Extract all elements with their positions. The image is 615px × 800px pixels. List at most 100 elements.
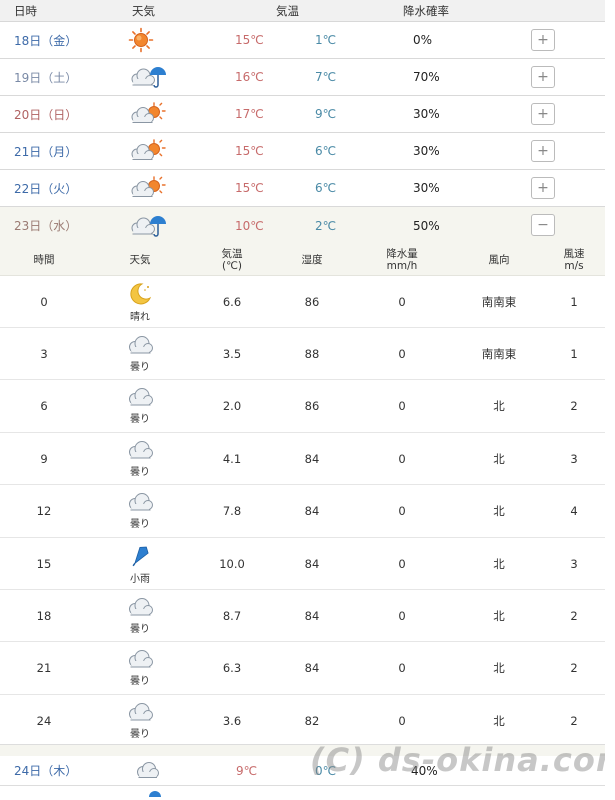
day-min-temp: 9℃: [315, 107, 337, 121]
expand-button[interactable]: +: [531, 140, 555, 162]
cloud-umbrella-icon: [128, 59, 168, 95]
day-row[interactable]: 21日（月） 15℃ 6℃ 30% +: [0, 133, 605, 170]
hourly-wind-speed: 3: [570, 556, 578, 571]
hourly-hour: 6: [40, 399, 48, 414]
hourly-weather: 小雨: [115, 538, 165, 589]
cloud-icon: [126, 597, 154, 619]
day-pop: 0%: [413, 33, 433, 47]
hourly-weather: 曇り: [115, 433, 165, 484]
hourly-row: 18 曇り 8.7 84 0 北 2: [0, 590, 605, 643]
sun-icon: [128, 22, 154, 58]
hourly-humidity: 88: [304, 346, 320, 361]
day-pop: 70%: [413, 70, 440, 84]
hourly-weather-label: 曇り: [130, 676, 150, 688]
day-max-temp: 15℃: [235, 144, 264, 158]
day-row[interactable]: 22日（火） 15℃ 6℃ 30% +: [0, 170, 605, 207]
header-pop: 降水確率: [403, 3, 449, 18]
hourly-wind-speed: 2: [570, 608, 578, 623]
hourly-rain: 0: [398, 451, 406, 466]
hourly-weather-label: 曇り: [130, 466, 150, 478]
expand-button[interactable]: +: [531, 177, 555, 199]
hourly-rain: 0: [398, 504, 406, 519]
day-min-temp: 6℃: [315, 144, 337, 158]
hourly-wind-dir: 北: [493, 713, 505, 728]
expand-button[interactable]: +: [531, 29, 555, 51]
expand-button[interactable]: +: [531, 103, 555, 125]
collapse-button[interactable]: −: [531, 214, 555, 236]
scrollbar-track[interactable]: [605, 0, 615, 800]
hourly-weather: 曇り: [115, 695, 165, 746]
hourly-rain: 0: [398, 294, 406, 309]
hourly-humidity: 84: [304, 504, 320, 519]
day-date: 23日（水）: [14, 219, 78, 233]
hourly-wind-dir: 北: [493, 399, 505, 414]
hourly-weather: 曇り: [115, 486, 165, 537]
cloud-icon: [126, 440, 154, 462]
hourly-row: 9 曇り 4.1 84 0 北 3: [0, 433, 605, 486]
day-row[interactable]: 23日（水） 10℃ 2℃ 50% −: [0, 207, 605, 244]
hourly-row: 15 小雨 10.0 84 0 北 3: [0, 538, 605, 590]
hourly-rain: 0: [398, 399, 406, 414]
day-row-24[interactable]: 24日（木） 9℃ 0℃ 40%: [0, 756, 605, 786]
hourly-row: 24 曇り 3.6 82 0 北 2: [0, 695, 605, 748]
day-pop: 30%: [413, 144, 440, 158]
day-pop: 40%: [411, 763, 438, 778]
hourly-temp: 6.3: [222, 661, 242, 676]
hourly-row: 21 曇り 6.3 84 0 北 2: [0, 642, 605, 695]
hourly-weather-label: 曇り: [130, 361, 150, 373]
cloud-icon: [126, 702, 154, 724]
hourly-weather: 曇り: [115, 328, 165, 379]
hourly-row: 3 曇り 3.5 88 0 南南東 1: [0, 328, 605, 381]
day-min-temp: 7℃: [315, 70, 337, 84]
day-max-temp: 16℃: [235, 70, 264, 84]
cloud-sun-icon: [128, 170, 166, 206]
day-min-temp: 0℃: [315, 763, 337, 778]
expand-button[interactable]: +: [531, 66, 555, 88]
hourly-humidity: 84: [304, 556, 320, 571]
hourly-hour: 12: [36, 504, 52, 519]
umbrella-icon: [129, 543, 151, 569]
day-pop: 30%: [413, 107, 440, 121]
hourly-weather: 曇り: [115, 590, 165, 641]
hourly-row: 12 曇り 7.8 84 0 北 4: [0, 485, 605, 538]
hourly-rain: 0: [398, 556, 406, 571]
day-max-temp: 17℃: [235, 107, 264, 121]
hourly-weather-label: 晴れ: [130, 311, 150, 323]
table-header: 日時 天気 気温 降水確率: [0, 0, 605, 22]
hourly-row: 6 曇り 2.0 86 0 北 2: [0, 380, 605, 433]
hourly-weather: 晴れ: [115, 276, 165, 327]
hourly-rain: 0: [398, 661, 406, 676]
day-row[interactable]: 18日（金） 15℃ 1℃ 0% +: [0, 22, 605, 59]
hourly-rain: 0: [398, 346, 406, 361]
day-date: 24日（木）: [14, 764, 78, 778]
hourly-weather: 曇り: [115, 643, 165, 694]
hourly-humidity: 84: [304, 451, 320, 466]
hourly-header-humidity: 湿度: [301, 253, 323, 266]
hourly-wind-speed: 4: [570, 504, 578, 519]
day-row[interactable]: 19日（土） 16℃ 7℃ 70% +: [0, 59, 605, 96]
hourly-wind-speed: 2: [570, 661, 578, 676]
hourly-hour: 3: [40, 346, 48, 361]
hourly-wind-dir: 南南東: [481, 294, 517, 309]
cloud-umbrella-icon: [133, 785, 161, 798]
hourly-header-wind-dir: 風向: [488, 253, 510, 266]
hourly-header-weather: 天気: [129, 253, 151, 266]
hourly-humidity: 84: [304, 608, 320, 623]
hourly-weather-label: 曇り: [130, 414, 150, 426]
hourly-header-wind-speed: 風速 m/s: [563, 247, 585, 272]
day-date: 19日（土）: [14, 70, 78, 85]
hourly-header-hour: 時間: [33, 253, 55, 266]
hourly-humidity: 86: [304, 399, 320, 414]
hourly-wind-speed: 2: [570, 713, 578, 728]
hourly-wind-dir: 北: [493, 661, 505, 676]
day-date: 20日（日）: [14, 107, 78, 122]
hourly-hour: 9: [40, 451, 48, 466]
hourly-humidity: 82: [304, 713, 320, 728]
hourly-hour: 0: [40, 294, 48, 309]
day-row[interactable]: 20日（日） 17℃ 9℃ 30% +: [0, 96, 605, 133]
hourly-wind-dir: 北: [493, 608, 505, 623]
hourly-temp: 8.7: [222, 608, 242, 623]
day-max-temp: 15℃: [235, 181, 264, 195]
hourly-humidity: 84: [304, 661, 320, 676]
hourly-hour: 24: [36, 713, 52, 728]
